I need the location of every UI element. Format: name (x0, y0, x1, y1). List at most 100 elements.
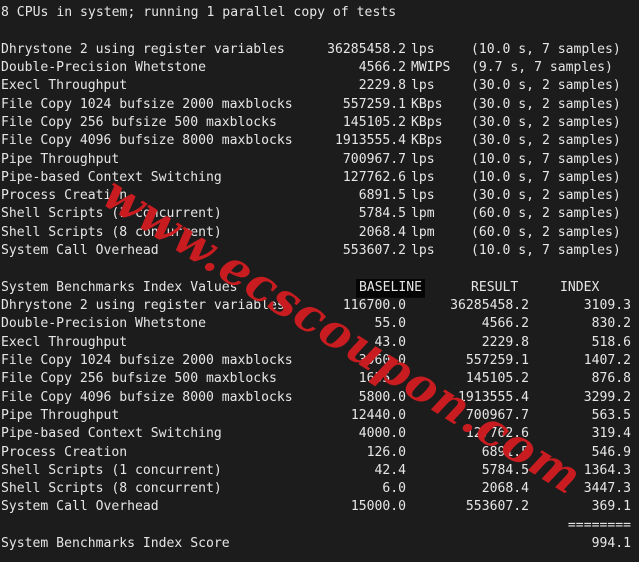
benchmark-row: System Call Overhead 553607.2 lps (10.0 s, … (1, 242, 639, 260)
benchmark-value: 5784.5 (358, 206, 406, 222)
index-row-index: 876.8 (591, 371, 631, 387)
index-row-index: 546.9 (591, 444, 631, 460)
benchmark-samples: (30.0 s, 2 samples) (471, 133, 621, 149)
index-row-result: 2068.4 (481, 481, 529, 497)
index-row-result: 1913555.4 (458, 389, 529, 405)
index-row-index: 3447.3 (583, 481, 631, 497)
cpu-info-line: 8 CPUs in system; running 1 parallel cop… (1, 5, 397, 20)
column-header-baseline: BASELINE (356, 278, 426, 298)
benchmark-row: Double-Precision Whetstone 4566.2 MWIPS (9.… (1, 59, 639, 77)
benchmark-value: 2229.8 (358, 78, 406, 94)
index-row-result: 5784.5 (481, 462, 529, 478)
index-row-index: 369.1 (591, 499, 631, 515)
benchmark-value: 36285458.2 (327, 41, 406, 57)
index-row-baseline: 116700.0 (342, 298, 406, 313)
index-table-row: Pipe-based Context Switching 4000.0 127762… (1, 425, 639, 443)
index-row-result: 700967.7 (465, 407, 529, 423)
final-score-label: System Benchmarks Index Score (1, 536, 230, 552)
index-row-label: Dhrystone 2 using register variables (1, 298, 285, 313)
index-row-label: Process Creation (1, 444, 128, 460)
column-header-index: INDEX (560, 279, 600, 295)
benchmark-row: Dhrystone 2 using register variables 3628… (1, 41, 639, 59)
index-row-label: File Copy 256 bufsize 500 maxblocks (1, 371, 277, 387)
index-row-baseline: 126.0 (366, 444, 406, 460)
benchmark-unit: lps (411, 169, 435, 185)
benchmark-samples: (10.0 s, 7 samples) (471, 169, 621, 185)
benchmark-row: Shell Scripts (8 concurrent) 2068.4 lpm (60… (1, 224, 639, 242)
benchmark-unit: MWIPS (411, 59, 451, 75)
index-row-index: 319.4 (591, 426, 631, 442)
index-row-index: 3109.3 (583, 298, 631, 313)
benchmark-unit: lps (411, 188, 435, 204)
index-row-index: 3299.2 (583, 389, 631, 405)
benchmark-unit: KBps (411, 133, 443, 149)
benchmark-samples: (10.0 s, 7 samples) (471, 243, 621, 259)
index-table-row: Shell Scripts (1 concurrent) 42.4 5784.5 13… (1, 462, 639, 480)
index-table-header-row: System Benchmarks Index Values BASELINE … (1, 278, 639, 298)
terminal-window: 8 CPUs in system; running 1 parallel cop… (0, 0, 639, 562)
index-row-result: 145105.2 (465, 371, 529, 387)
index-row-baseline: 15000.0 (350, 499, 406, 515)
index-row-result: 557259.1 (465, 352, 529, 368)
benchmark-unit: lps (411, 151, 435, 167)
index-row-result: 127762.6 (465, 426, 529, 442)
final-score-row: System Benchmarks Index Score 994.1 (1, 535, 639, 553)
benchmark-samples: (30.0 s, 2 samples) (471, 78, 621, 94)
index-row-label: Pipe Throughput (1, 407, 120, 423)
index-table-row: File Copy 256 bufsize 500 maxblocks 1655.… (1, 370, 639, 388)
column-header-result: RESULT (471, 279, 519, 295)
index-row-baseline: 55.0 (374, 316, 406, 332)
benchmark-unit: lps (411, 41, 435, 57)
benchmark-value: 6891.5 (358, 188, 406, 204)
benchmark-samples: (9.7 s, 7 samples) (471, 59, 613, 75)
benchmark-unit: KBps (411, 96, 443, 112)
benchmark-row: Shell Scripts (1 concurrent) 5784.5 lpm (60… (1, 205, 639, 223)
index-row-label: Execl Throughput (1, 334, 128, 350)
index-table-title: System Benchmarks Index Values (1, 279, 238, 295)
index-row-label: File Copy 1024 bufsize 2000 maxblocks (1, 352, 293, 368)
benchmark-unit: KBps (411, 114, 443, 130)
index-table-row: Pipe Throughput 12440.0 700967.7 563.5 (1, 407, 639, 425)
index-row-baseline: 1655.0 (358, 371, 406, 387)
index-row-index: 518.6 (591, 334, 631, 350)
index-table-row: File Copy 4096 bufsize 8000 maxblocks 580… (1, 389, 639, 407)
index-row-index: 1407.2 (583, 352, 631, 368)
index-table-row: System Call Overhead 15000.0 553607.2 369.1 (1, 498, 639, 516)
index-row-result: 2229.8 (481, 334, 529, 350)
index-row-index: 830.2 (591, 316, 631, 332)
final-score-value: 994.1 (591, 536, 631, 552)
score-separator: ======== (567, 517, 631, 533)
index-row-result: 4566.2 (481, 316, 529, 332)
benchmark-samples: (60.0 s, 2 samples) (471, 224, 621, 240)
benchmark-row: Pipe-based Context Switching 127762.6 lps(… (1, 169, 639, 187)
benchmark-samples: (30.0 s, 2 samples) (471, 96, 621, 112)
benchmark-unit: lps (411, 78, 435, 94)
benchmark-value: 1913555.4 (335, 133, 406, 149)
index-row-baseline: 12440.0 (350, 407, 406, 423)
benchmark-samples: (30.0 s, 2 samples) (471, 114, 621, 130)
benchmark-results-block: Dhrystone 2 using register variables 3628… (1, 41, 639, 261)
score-separator-row: ======== (1, 517, 639, 535)
index-row-label: Double-Precision Whetstone (1, 316, 206, 332)
index-table-row: Shell Scripts (8 concurrent) 6.0 2068.4 344… (1, 480, 639, 498)
index-row-label: File Copy 4096 bufsize 8000 maxblocks (1, 389, 293, 405)
index-row-baseline: 6.0 (382, 481, 406, 497)
index-row-label: Pipe-based Context Switching (1, 426, 222, 442)
benchmark-samples: (10.0 s, 7 samples) (471, 151, 621, 167)
benchmark-row: Pipe Throughput 700967.7 lps (10.0 s, 7 sam… (1, 151, 639, 169)
index-row-label: Shell Scripts (1 concurrent) (1, 462, 222, 478)
benchmark-unit: lpm (411, 224, 435, 240)
index-row-label: Shell Scripts (8 concurrent) (1, 481, 222, 497)
index-table-row: File Copy 1024 bufsize 2000 maxblocks 396… (1, 352, 639, 370)
benchmark-value: 700967.7 (342, 151, 406, 167)
index-row-baseline: 43.0 (374, 334, 406, 350)
index-table-row: Process Creation 126.0 6891.5 546.9 (1, 444, 639, 462)
benchmark-samples: (30.0 s, 2 samples) (471, 188, 621, 204)
index-row-baseline: 3960.0 (358, 352, 406, 368)
index-row-label: System Call Overhead (1, 499, 159, 515)
benchmark-row: File Copy 4096 bufsize 8000 maxblocks 191… (1, 132, 639, 150)
benchmark-samples: (10.0 s, 7 samples) (471, 41, 621, 57)
index-row-baseline: 4000.0 (358, 426, 406, 442)
benchmark-value: 553607.2 (342, 243, 406, 259)
